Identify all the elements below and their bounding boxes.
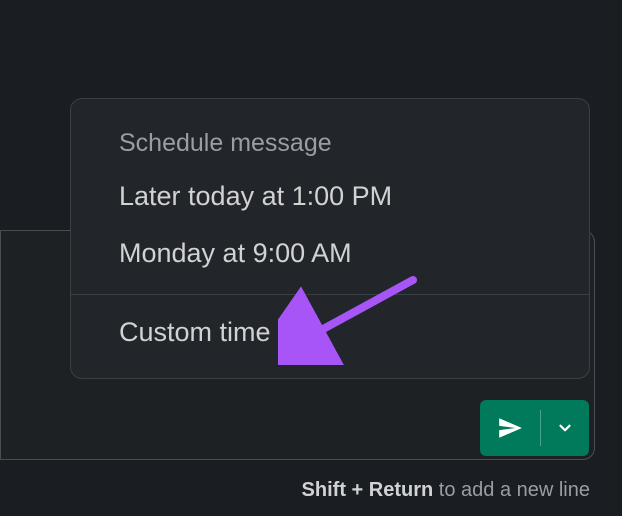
schedule-option-later-today[interactable]: Later today at 1:00 PM (71, 168, 589, 225)
hint-shortcut: Shift + Return (302, 479, 434, 501)
schedule-option-custom-time[interactable]: Custom time (71, 295, 589, 378)
schedule-option-monday[interactable]: Monday at 9:00 AM (71, 225, 589, 282)
send-button-group (480, 400, 589, 456)
schedule-message-popover: Schedule message Later today at 1:00 PM … (70, 98, 590, 379)
hint-description: to add a new line (433, 479, 590, 501)
send-icon (497, 415, 523, 441)
chevron-down-icon (556, 419, 574, 437)
send-options-chevron[interactable] (541, 400, 589, 456)
keyboard-hint: Shift + Return to add a new line (302, 479, 590, 502)
send-button[interactable] (480, 400, 540, 456)
popover-header: Schedule message (71, 99, 589, 168)
